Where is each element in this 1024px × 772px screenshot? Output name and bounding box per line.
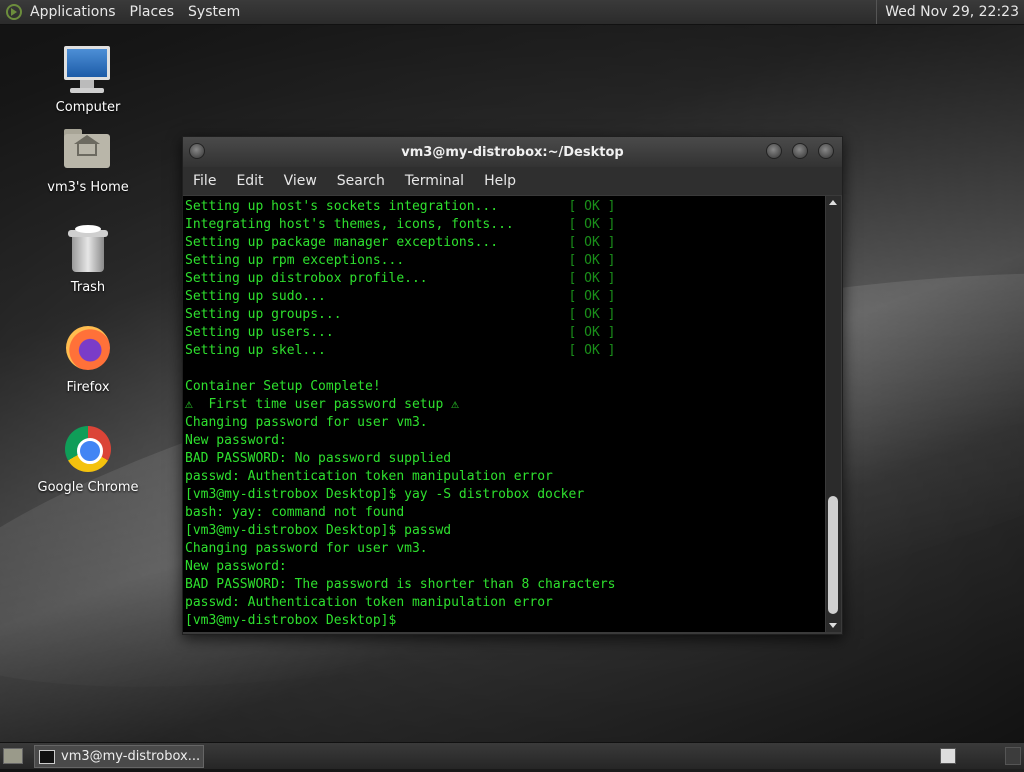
scroll-down-arrow-icon[interactable] <box>829 623 837 628</box>
terminal-scrollbar[interactable] <box>826 196 841 632</box>
status-ok: [ OK ] <box>568 235 616 250</box>
window-title: vm3@my-distrobox:~/Desktop <box>401 144 624 160</box>
terminal-line-text: Setting up rpm exceptions... <box>185 253 569 268</box>
terminal-line: Changing password for user vm3. <box>185 415 428 430</box>
terminal-line: Container Setup Complete! <box>185 379 381 394</box>
terminal-line: Setting up rpm exceptions... [ OK ] <box>185 252 825 270</box>
terminal-line-text: Setting up skel... <box>185 343 569 358</box>
desktop-icon-label: Google Chrome <box>37 480 139 495</box>
terminal-line: BAD PASSWORD: No password supplied <box>185 451 452 466</box>
desktop-icon-label: Firefox <box>66 380 110 395</box>
terminal-line-text: Integrating host's themes, icons, fonts.… <box>185 217 569 232</box>
menu-help[interactable]: Help <box>474 173 526 189</box>
terminal-line-text: Setting up host's sockets integration... <box>185 199 569 214</box>
terminal-line: Setting up package manager exceptions...… <box>185 234 825 252</box>
terminal-output[interactable]: Setting up host's sockets integration...… <box>183 196 825 632</box>
desktop-icon-label: Trash <box>70 280 106 295</box>
terminal-line: Setting up users... [ OK ] <box>185 324 825 342</box>
terminal-line: New password: <box>185 433 287 448</box>
terminal-line-text: Setting up sudo... <box>185 289 569 304</box>
terminal-line: Integrating host's themes, icons, fonts.… <box>185 216 825 234</box>
terminal-line: Setting up sudo... [ OK ] <box>185 288 825 306</box>
terminal-line: [vm3@my-distrobox Desktop]$ yay -S distr… <box>185 487 585 502</box>
terminal-line: [vm3@my-distrobox Desktop]$ <box>185 613 405 628</box>
clock[interactable]: Wed Nov 29, 22:23 <box>876 0 1024 24</box>
status-ok: [ OK ] <box>568 289 616 304</box>
menu-system[interactable]: System <box>188 4 240 20</box>
menu-search[interactable]: Search <box>327 173 395 189</box>
terminal-line: passwd: Authentication token manipulatio… <box>185 595 553 610</box>
window-menu-button[interactable] <box>189 143 205 159</box>
status-ok: [ OK ] <box>568 325 616 340</box>
terminal-line: ⚠ First time user password setup ⚠ <box>185 397 459 412</box>
desktop-icon-computer[interactable]: Computer <box>18 44 158 115</box>
menu-places[interactable]: Places <box>130 4 175 20</box>
menu-view[interactable]: View <box>274 173 327 189</box>
status-ok: [ OK ] <box>568 199 616 214</box>
trash-applet-icon[interactable] <box>1005 747 1021 765</box>
status-ok: [ OK ] <box>568 217 616 232</box>
workspace-switcher[interactable] <box>940 748 956 764</box>
top-panel: Applications Places System Wed Nov 29, 2… <box>0 0 1024 25</box>
desktop-icon-firefox[interactable]: Firefox <box>18 324 158 395</box>
computer-icon <box>62 44 114 96</box>
terminal-line: Setting up distrobox profile... [ OK ] <box>185 270 825 288</box>
scroll-up-arrow-icon[interactable] <box>829 200 837 205</box>
terminal-line-text: Setting up distrobox profile... <box>185 271 569 286</box>
close-button[interactable] <box>818 143 834 159</box>
distro-logo-icon[interactable] <box>6 4 22 20</box>
terminal-icon <box>39 749 55 764</box>
status-ok: [ OK ] <box>568 271 616 286</box>
terminal-line-text: Setting up users... <box>185 325 569 340</box>
terminal-line: New password: <box>185 559 287 574</box>
terminal-line-text: Setting up package manager exceptions... <box>185 235 569 250</box>
show-desktop-icon[interactable] <box>3 748 23 764</box>
desktop-icon-label: vm3's Home <box>47 180 129 195</box>
status-ok: [ OK ] <box>568 253 616 268</box>
window-titlebar[interactable]: vm3@my-distrobox:~/Desktop <box>183 137 842 167</box>
terminal-line: [vm3@my-distrobox Desktop]$ passwd <box>185 523 452 538</box>
scroll-thumb[interactable] <box>828 496 838 614</box>
status-ok: [ OK ] <box>568 307 616 322</box>
terminal-line: BAD PASSWORD: The password is shorter th… <box>185 577 616 592</box>
taskbar-window-label: vm3@my-distrobox... <box>61 749 201 764</box>
firefox-icon <box>62 324 114 376</box>
terminal-line: Setting up skel... [ OK ] <box>185 342 825 360</box>
minimize-button[interactable] <box>766 143 782 159</box>
maximize-button[interactable] <box>792 143 808 159</box>
desktop-icon-chrome[interactable]: Google Chrome <box>18 424 158 495</box>
desktop-icon-trash[interactable]: Trash <box>18 224 158 295</box>
menu-edit[interactable]: Edit <box>226 173 273 189</box>
home-folder-icon <box>62 124 114 176</box>
desktop-icon-label: Computer <box>55 100 121 115</box>
taskbar-window-button[interactable]: vm3@my-distrobox... <box>34 745 204 768</box>
terminal-line: Setting up groups... [ OK ] <box>185 306 825 324</box>
terminal-line: passwd: Authentication token manipulatio… <box>185 469 553 484</box>
menu-terminal[interactable]: Terminal <box>395 173 474 189</box>
chrome-icon <box>62 424 114 476</box>
bottom-panel: vm3@my-distrobox... <box>0 742 1024 769</box>
terminal-line: bash: yay: command not found <box>185 505 405 520</box>
trash-icon <box>62 224 114 276</box>
menu-applications[interactable]: Applications <box>30 4 116 20</box>
terminal-line: Setting up host's sockets integration...… <box>185 198 825 216</box>
status-ok: [ OK ] <box>568 343 616 358</box>
desktop-icon-home[interactable]: vm3's Home <box>18 124 158 195</box>
terminal-window: vm3@my-distrobox:~/Desktop File Edit Vie… <box>182 136 843 635</box>
window-menubar: File Edit View Search Terminal Help <box>183 167 842 195</box>
terminal-line-text: Setting up groups... <box>185 307 569 322</box>
terminal-line: Changing password for user vm3. <box>185 541 428 556</box>
menu-file[interactable]: File <box>183 173 226 189</box>
